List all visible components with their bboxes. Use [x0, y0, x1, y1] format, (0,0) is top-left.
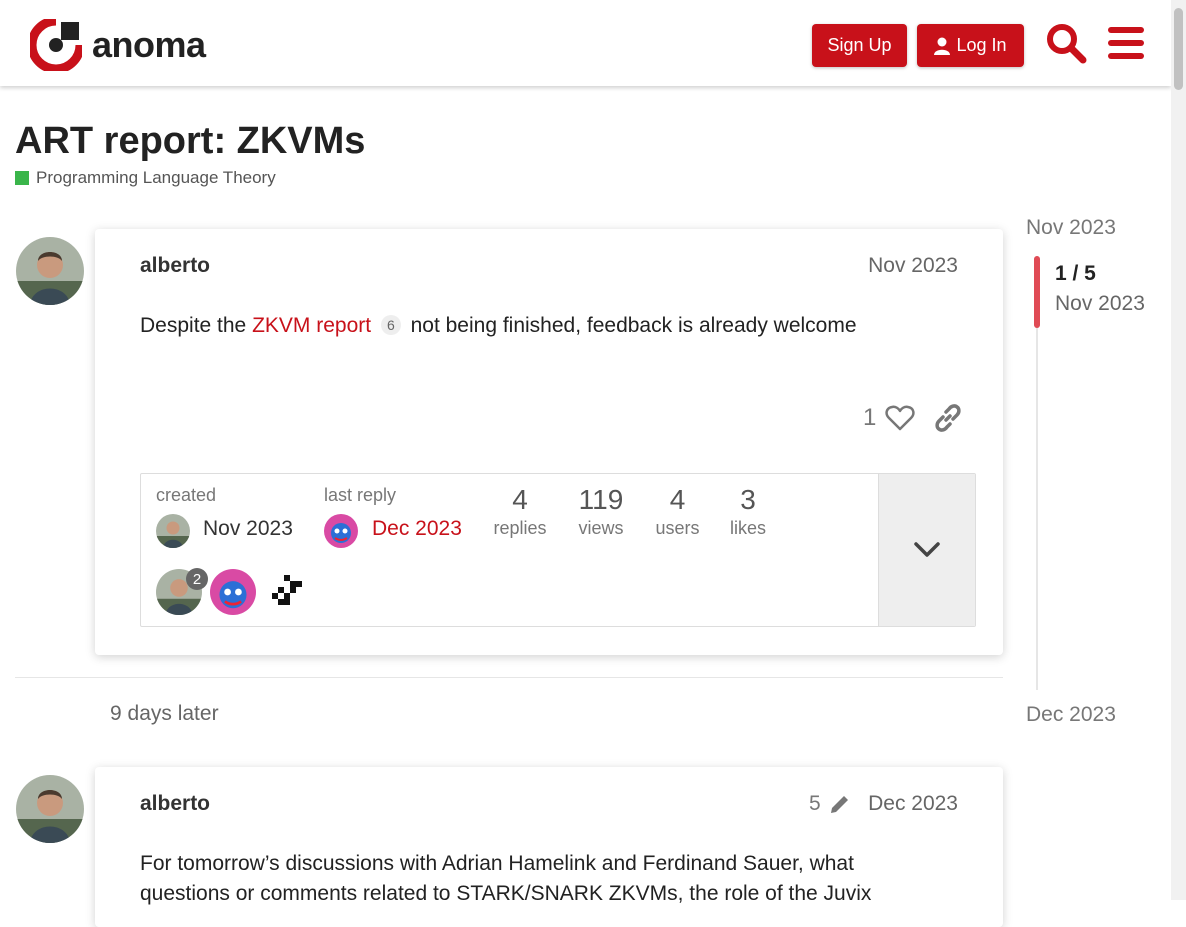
search-icon[interactable] — [1045, 22, 1087, 64]
post-date[interactable]: Nov 2023 — [868, 254, 958, 278]
login-label: Log In — [956, 35, 1007, 55]
post-username[interactable]: alberto — [140, 792, 210, 816]
login-button[interactable]: Log In — [917, 24, 1024, 67]
stat-likes-value: 3 — [740, 484, 756, 515]
last-reply-avatar[interactable] — [324, 514, 358, 548]
category-link[interactable]: Programming Language Theory — [15, 168, 276, 188]
anoma-logo[interactable]: anoma — [30, 19, 206, 71]
site-header: anoma Sign Up Log In — [0, 0, 1171, 86]
stat-views: 119 views — [571, 484, 631, 539]
timeline-end-date[interactable]: Dec 2023 — [1026, 703, 1116, 727]
stat-users-value: 4 — [669, 484, 686, 515]
time-gap: 9 days later — [110, 702, 219, 725]
post-2: alberto 5 Dec 2023 For tomorrow’s discus… — [95, 767, 1003, 927]
post-body-prefix: Despite the — [140, 314, 253, 337]
timeline-position: 1 / 5 — [1055, 262, 1096, 285]
user-icon — [934, 37, 951, 55]
stat-replies-value: 4 — [512, 484, 528, 515]
post-username[interactable]: alberto — [140, 254, 210, 278]
participant-post-count-badge: 2 — [186, 568, 208, 590]
post-body: Despite the ZKVM report 6 not being fini… — [140, 311, 940, 341]
brand-name: anoma — [92, 24, 206, 65]
last-reply-label: last reply — [324, 485, 397, 505]
timeline-start-date[interactable]: Nov 2023 — [1026, 216, 1116, 240]
stat-users-label: users — [655, 518, 700, 538]
edit-count: 5 — [809, 792, 821, 815]
participant-avatar[interactable] — [264, 569, 310, 615]
post-avatar[interactable] — [16, 775, 84, 843]
edit-history-button[interactable]: 5 — [809, 792, 851, 816]
page-scrollbar[interactable] — [1171, 0, 1186, 900]
zkvm-report-link[interactable]: ZKVM report — [252, 314, 371, 337]
post-avatar[interactable] — [16, 237, 84, 305]
post-divider — [15, 677, 1003, 678]
like-count[interactable]: 1 — [863, 404, 876, 432]
created-date[interactable]: Nov 2023 — [203, 517, 293, 541]
expand-summary-button[interactable] — [878, 474, 975, 626]
stat-views-label: views — [578, 518, 624, 538]
signup-label: Sign Up — [827, 35, 892, 55]
last-reply-date[interactable]: Dec 2023 — [372, 517, 462, 541]
post-body: For tomorrow’s discussions with Adrian H… — [140, 852, 872, 905]
stat-replies-label: replies — [493, 518, 547, 538]
scrollbar-thumb[interactable] — [1174, 8, 1183, 90]
created-avatar[interactable] — [156, 514, 190, 548]
timeline-position-date: Nov 2023 — [1055, 292, 1145, 315]
created-label: created — [156, 485, 217, 505]
topic-summary: created Nov 2023 last reply Dec 2023 4 r… — [140, 473, 976, 627]
share-link-icon[interactable] — [933, 403, 963, 433]
timeline-handle[interactable] — [1034, 256, 1040, 328]
pencil-icon — [830, 796, 848, 813]
stat-replies: 4 replies — [491, 484, 549, 539]
post-date[interactable]: Dec 2023 — [868, 792, 958, 816]
signup-button[interactable]: Sign Up — [812, 24, 907, 67]
heart-icon[interactable] — [885, 404, 915, 432]
anoma-logo-icon — [30, 19, 82, 71]
stat-likes: 3 likes — [725, 484, 771, 539]
stat-likes-label: likes — [729, 518, 766, 538]
topic-title[interactable]: ART report: ZKVMs — [15, 120, 365, 163]
stat-users: 4 users — [650, 484, 705, 539]
participant-avatar[interactable] — [210, 569, 256, 615]
post-body-suffix: not being finished, feedback is already … — [404, 314, 857, 337]
chevron-down-icon — [914, 542, 940, 557]
category-name: Programming Language Theory — [36, 168, 276, 187]
category-color-badge — [15, 171, 29, 185]
stat-views-value: 119 — [578, 484, 624, 515]
post-1: alberto Nov 2023 Despite the ZKVM report… — [95, 229, 1003, 655]
link-click-count: 6 — [380, 315, 401, 335]
hamburger-menu-icon[interactable] — [1108, 22, 1144, 64]
